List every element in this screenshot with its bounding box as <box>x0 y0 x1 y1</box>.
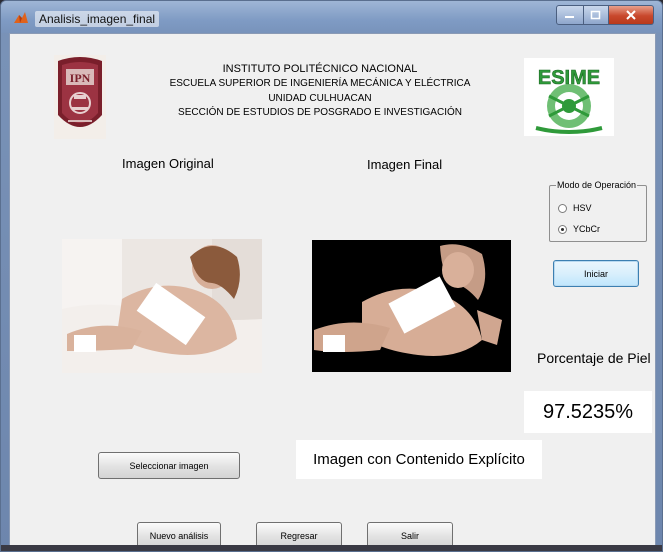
porcentaje-value: 97.5235% <box>524 391 652 433</box>
ipn-logo-text: IPN <box>70 71 91 85</box>
regresar-button[interactable]: Regresar <box>256 522 342 546</box>
final-image-axes <box>312 240 511 372</box>
header-line-school: ESCUELA SUPERIOR DE INGENIERÍA MECÁNICA … <box>169 78 471 89</box>
final-image-label: Imagen Final <box>367 157 443 172</box>
nuevo-analisis-button[interactable]: Nuevo análisis <box>137 522 221 546</box>
close-icon[interactable] <box>609 5 654 25</box>
header-line-section: SECCIÓN DE ESTUDIOS DE POSGRADO E INVEST… <box>178 107 462 118</box>
ipn-logo: IPN <box>54 55 106 139</box>
esime-logo: ESIME <box>524 58 614 136</box>
radio-ycbcr-circle[interactable] <box>558 224 567 234</box>
original-image-axes <box>62 239 262 373</box>
original-image-label: Imagen Original <box>122 156 214 171</box>
modo-operacion-group: Modo de Operación HSV YCbCr <box>549 180 647 242</box>
title-bar[interactable]: Analisis_imagen_final <box>1 1 662 33</box>
classification-result: Imagen con Contenido Explícito <box>296 440 542 479</box>
radio-ycbcr[interactable]: YCbCr <box>558 224 600 234</box>
window-controls <box>556 5 654 25</box>
porcentaje-label: Porcentaje de Piel <box>537 350 651 366</box>
radio-hsv[interactable]: HSV <box>558 203 592 213</box>
taskbar-strip <box>1 545 662 551</box>
radio-ycbcr-label: YCbCr <box>573 224 601 234</box>
censor-bar <box>74 335 96 352</box>
minimize-icon[interactable] <box>556 5 584 25</box>
figure-panel: IPN ESIME INSTITUTO POLITÉCNICO NACIONAL… <box>9 33 656 547</box>
iniciar-button[interactable]: Iniciar <box>553 260 639 287</box>
radio-hsv-label: HSV <box>573 203 592 213</box>
matlab-icon <box>14 12 28 23</box>
seleccionar-imagen-button[interactable]: Seleccionar imagen <box>98 452 240 479</box>
esime-logo-text: ESIME <box>538 67 600 89</box>
maximize-icon[interactable] <box>584 5 609 25</box>
censor-bar <box>323 335 345 352</box>
app-window: Analisis_imagen_final IPN ESIME INSTITUT… <box>0 0 663 552</box>
modo-operacion-legend: Modo de Operación <box>557 180 637 190</box>
header-line-institute: INSTITUTO POLITÉCNICO NACIONAL <box>222 63 418 75</box>
radio-hsv-circle[interactable] <box>558 203 567 213</box>
header-line-unit: UNIDAD CULHUACAN <box>268 93 372 104</box>
window-title: Analisis_imagen_final <box>35 11 160 27</box>
salir-button[interactable]: Salir <box>367 522 453 546</box>
